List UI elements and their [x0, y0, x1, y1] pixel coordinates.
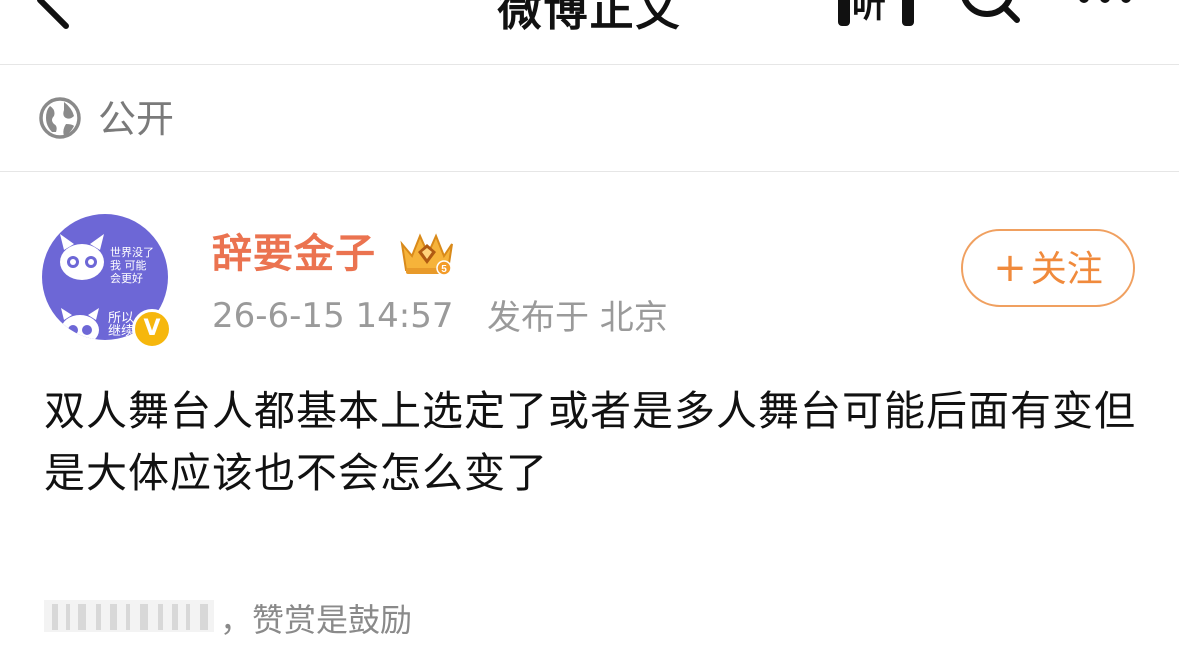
cartoon-face-small-icon [61, 308, 99, 340]
post-time: 26-6-15 14:57 [212, 296, 454, 336]
crown-badge-icon[interactable]: 5 [398, 230, 456, 278]
search-icon[interactable] [955, 0, 1025, 30]
post-location: 发布于 北京 [487, 298, 668, 338]
weibo-post-page: 微博正文 听 公开 世界没了我 可能会更好 所以 继续 V 辞要金子 5 26-… [0, 0, 1179, 650]
author-name[interactable]: 辞要金子 [212, 228, 376, 280]
globe-icon [39, 97, 81, 139]
top-navbar: 微博正文 听 [0, 0, 1179, 65]
follow-label: 关注 [1030, 249, 1103, 290]
visibility-row [0, 65, 1179, 172]
plus-icon: + [993, 245, 1027, 291]
reward-avatars-strip[interactable] [44, 596, 244, 636]
visibility-label: 公开 [98, 97, 175, 141]
verified-badge: V [132, 309, 172, 349]
follow-button[interactable]: + 关注 [961, 229, 1135, 307]
post-text: 双人舞台人都基本上选定了或者是多人舞台可能后面有变但是大体应该也不会怎么变了 [44, 387, 1136, 497]
listen-label[interactable]: 听 [852, 0, 886, 27]
svg-text:5: 5 [441, 264, 447, 275]
more-icon[interactable] [1070, 0, 1140, 14]
avatar-caption-top: 世界没了我 可能会更好 [110, 246, 154, 285]
cartoon-face-icon [60, 234, 104, 280]
reward-text: ，赞赏是鼓励 [220, 601, 413, 639]
